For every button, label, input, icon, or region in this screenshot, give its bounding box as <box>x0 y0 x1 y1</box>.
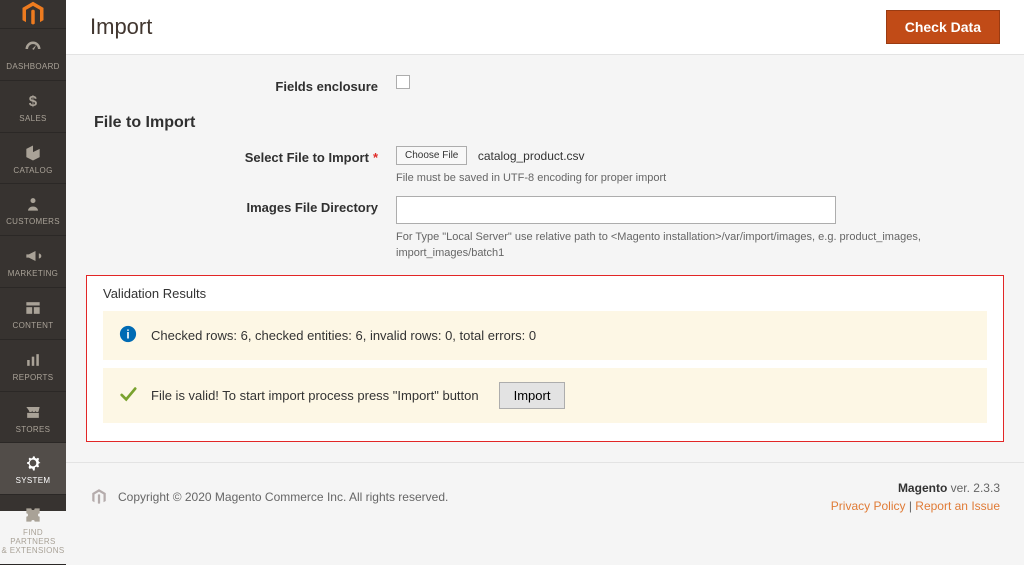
check-data-button[interactable]: Check Data <box>886 10 1000 44</box>
sidebar-label: CATALOG <box>0 167 66 176</box>
file-to-import-heading: File to Import <box>94 114 1004 132</box>
sidebar-item-catalog[interactable]: CATALOG <box>0 133 66 185</box>
footer-right: Magento ver. 2.3.3 Privacy Policy | Repo… <box>831 479 1000 515</box>
sidebar-item-system[interactable]: SYSTEM <box>0 443 66 495</box>
svg-text:$: $ <box>29 93 38 110</box>
sidebar-label: CUSTOMERS <box>0 218 66 227</box>
selected-file-name: catalog_product.csv <box>478 149 585 163</box>
sidebar-label: MARKETING <box>0 270 66 279</box>
version-number: 2.3.3 <box>973 481 1000 495</box>
select-file-hint: File must be saved in UTF-8 encoding for… <box>396 171 1004 186</box>
sidebar-item-content[interactable]: CONTENT <box>0 288 66 340</box>
person-icon <box>21 194 45 214</box>
box-icon <box>21 143 45 163</box>
magento-logo-icon <box>19 0 47 28</box>
sidebar-label: SALES <box>0 115 66 124</box>
layout-icon <box>21 298 45 318</box>
sidebar-label: CONTENT <box>0 322 66 331</box>
images-dir-row: Images File Directory For Type "Local Se… <box>86 196 1004 261</box>
footer-separator: | <box>905 499 915 513</box>
fields-enclosure-row: Fields enclosure <box>86 75 1004 94</box>
required-asterisk: * <box>373 150 378 165</box>
choose-file-button[interactable]: Choose File <box>396 146 467 165</box>
validation-title: Validation Results <box>103 286 987 301</box>
select-file-row: Select File to Import * Choose File catal… <box>86 146 1004 186</box>
sidebar-label: DASHBOARD <box>0 63 66 72</box>
select-file-label: Select File to Import * <box>86 146 396 165</box>
validation-results: Validation Results i Checked rows: 6, ch… <box>86 275 1004 442</box>
check-icon <box>119 385 137 406</box>
product-name: Magento <box>898 481 947 495</box>
main-area: Import Check Data Fields enclosure File … <box>66 0 1024 511</box>
sidebar-item-reports[interactable]: REPORTS <box>0 340 66 392</box>
sidebar-item-stores[interactable]: STORES <box>0 392 66 444</box>
megaphone-icon <box>21 246 45 266</box>
page-header: Import Check Data <box>66 0 1024 55</box>
sidebar-label: STORES <box>0 426 66 435</box>
puzzle-icon <box>21 505 45 525</box>
sidebar-item-marketing[interactable]: MARKETING <box>0 236 66 288</box>
gear-icon <box>21 453 45 473</box>
fields-enclosure-label: Fields enclosure <box>86 75 396 94</box>
info-message-text: Checked rows: 6, checked entities: 6, in… <box>151 328 536 343</box>
sidebar-item-partners[interactable]: FIND PARTNERS & EXTENSIONS <box>0 495 66 564</box>
content: Fields enclosure File to Import Select F… <box>66 55 1024 462</box>
images-dir-hint: For Type "Local Server" use relative pat… <box>396 230 1004 261</box>
privacy-policy-link[interactable]: Privacy Policy <box>831 499 906 513</box>
report-issue-link[interactable]: Report an Issue <box>915 499 1000 513</box>
sidebar-item-dashboard[interactable]: DASHBOARD <box>0 29 66 81</box>
images-dir-label: Images File Directory <box>86 196 396 215</box>
info-icon: i <box>119 325 137 346</box>
store-icon <box>21 402 45 422</box>
images-dir-input[interactable] <box>396 196 836 224</box>
success-message-text: File is valid! To start import process p… <box>151 388 479 403</box>
select-file-label-text: Select File to Import <box>245 150 369 165</box>
sidebar-label: FIND PARTNERS & EXTENSIONS <box>0 529 66 555</box>
bars-icon <box>21 350 45 370</box>
validation-info-message: i Checked rows: 6, checked entities: 6, … <box>103 311 987 360</box>
magento-logo[interactable] <box>0 0 66 29</box>
page-title: Import <box>90 14 152 40</box>
fields-enclosure-checkbox[interactable] <box>396 75 410 89</box>
sidebar-label: SYSTEM <box>0 477 66 486</box>
sidebar-label: REPORTS <box>0 374 66 383</box>
sidebar-item-customers[interactable]: CUSTOMERS <box>0 184 66 236</box>
copyright-text: Copyright © 2020 Magento Commerce Inc. A… <box>118 490 448 504</box>
import-button[interactable]: Import <box>499 382 566 409</box>
sidebar-item-sales[interactable]: $ SALES <box>0 81 66 133</box>
footer-left: Copyright © 2020 Magento Commerce Inc. A… <box>90 488 448 506</box>
validation-success-message: File is valid! To start import process p… <box>103 368 987 423</box>
version-prefix: ver. <box>947 481 973 495</box>
dollar-icon: $ <box>21 91 45 111</box>
magento-footer-icon <box>90 488 108 506</box>
admin-sidebar: DASHBOARD $ SALES CATALOG CUSTOMERS MARK… <box>0 0 66 511</box>
footer: Copyright © 2020 Magento Commerce Inc. A… <box>66 462 1024 531</box>
dashboard-icon <box>21 39 45 59</box>
svg-text:i: i <box>126 329 129 342</box>
